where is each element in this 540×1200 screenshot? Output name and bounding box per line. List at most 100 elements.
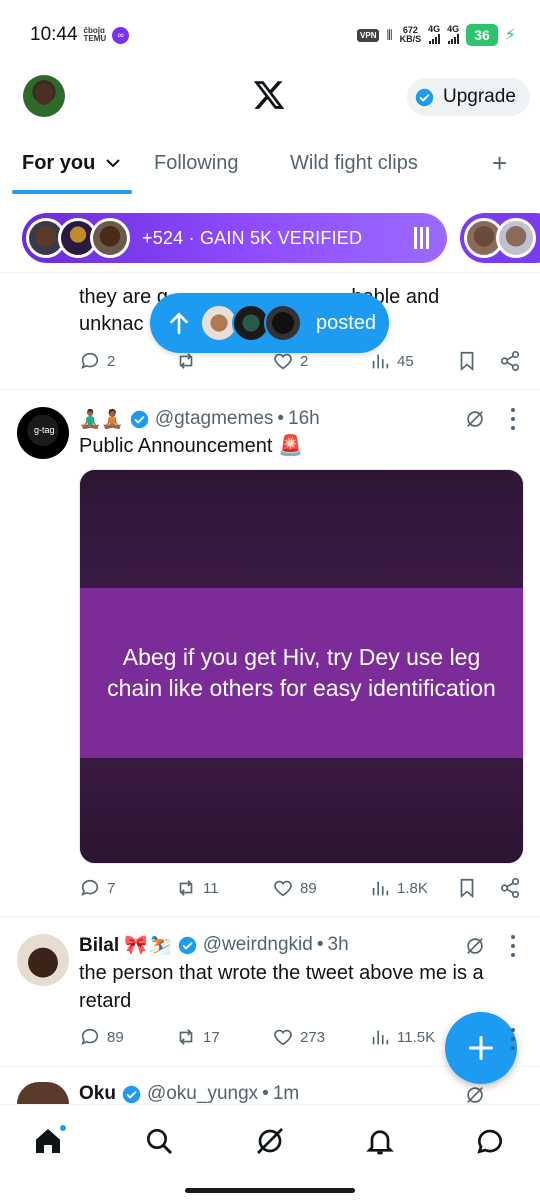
repost-icon	[179, 880, 193, 896]
bookmark-icon	[460, 351, 474, 372]
promo-grip-icon	[414, 227, 429, 249]
like-button[interactable]: 273	[272, 1026, 325, 1048]
share-button[interactable]	[499, 350, 521, 372]
add-tab-button[interactable]: +	[492, 148, 507, 179]
new-posts-pill[interactable]: posted	[150, 293, 389, 353]
grok-icon[interactable]	[464, 935, 486, 957]
tweet-avatar[interactable]	[17, 934, 69, 986]
verified-icon	[415, 88, 434, 106]
vibrate-icon: ⦀	[386, 26, 393, 43]
like-icon	[274, 353, 292, 370]
partial-line2: unknac	[79, 313, 144, 335]
more-icon[interactable]	[510, 935, 516, 957]
media-band: Abeg if you get Hiv, try Dey use leg cha…	[80, 588, 523, 758]
grok-icon[interactable]	[464, 1084, 486, 1106]
repost-icon	[179, 1029, 193, 1045]
upgrade-button[interactable]: Upgrade	[407, 78, 530, 116]
system-home-indicator[interactable]	[185, 1188, 355, 1193]
views-button[interactable]: 45	[369, 350, 414, 372]
promo-banner-secondary[interactable]	[460, 213, 540, 263]
network-speed: 672 KB/S	[400, 26, 422, 44]
net2-label: 4G	[447, 24, 460, 34]
tweet-media[interactable]: Abeg if you get Hiv, try Dey use leg cha…	[79, 469, 524, 864]
repost-count: 17	[203, 1028, 220, 1046]
pill-label: posted	[316, 311, 377, 334]
profile-avatar[interactable]	[23, 75, 65, 117]
net1-label: 4G	[428, 24, 441, 34]
views-count: 1.8K	[397, 879, 428, 897]
app-notification-icon: ∞	[112, 26, 130, 44]
grok-nav-icon	[257, 1128, 283, 1154]
media-caption: Abeg if you get Hiv, try Dey use leg cha…	[107, 644, 496, 701]
media-top	[80, 470, 523, 590]
tweet-header: Bilal 🎀⛷️ @weirdngkid • 3h	[79, 931, 349, 959]
grok-icon[interactable]	[464, 408, 486, 430]
pill-avatar	[264, 304, 302, 342]
promo-label: +524 · GAIN 5K VERIFIED	[142, 227, 363, 248]
tab-following[interactable]: Following	[154, 152, 238, 175]
reply-button[interactable]: 89	[79, 1026, 124, 1048]
feed-tabs: For you Following Wild fight clips +	[0, 140, 540, 196]
views-count: 11.5K	[397, 1028, 436, 1046]
like-button[interactable]: 2	[272, 350, 308, 372]
search-icon	[147, 1129, 173, 1155]
divider	[0, 272, 540, 273]
tweet-handle[interactable]: @weirdngkid	[203, 934, 313, 956]
views-button[interactable]: 1.8K	[369, 877, 428, 899]
tweet-avatar[interactable]: g-tag	[17, 407, 69, 459]
tweet-text: the person that wrote the tweet above me…	[79, 962, 484, 1012]
repost-button[interactable]	[175, 350, 197, 372]
reply-icon	[81, 1028, 99, 1045]
like-count: 2	[300, 352, 309, 370]
bookmark-icon	[460, 878, 474, 899]
temu-notification-icon: ĉboĵɑ TEMU	[84, 27, 107, 43]
promo-avatar	[90, 218, 130, 258]
more-icon[interactable]	[510, 408, 516, 430]
views-button[interactable]: 11.5K	[369, 1026, 435, 1048]
status-time: 10:44	[30, 24, 78, 45]
bookmark-button[interactable]	[456, 350, 478, 372]
nav-search[interactable]	[143, 1125, 175, 1157]
views-icon	[372, 881, 389, 896]
display-name[interactable]: Bilal 🎀⛷️	[79, 933, 172, 957]
temu-line2: TEMU	[83, 34, 107, 43]
tab-indicator	[12, 190, 132, 194]
tab-wild-fight-clips[interactable]: Wild fight clips	[290, 152, 418, 175]
promo-banner[interactable]: +524 · GAIN 5K VERIFIED	[22, 213, 447, 263]
tweet-header: 🧘🏾‍♂️🧘🏾 @gtagmemes • 16h	[79, 405, 320, 433]
bell-icon	[366, 1130, 394, 1155]
nav-messages[interactable]	[474, 1125, 506, 1157]
tab-for-you[interactable]: For you	[22, 152, 121, 175]
top-header: Upgrade	[0, 70, 540, 126]
reply-button[interactable]: 7	[79, 877, 115, 899]
tweet-avatar[interactable]	[17, 1082, 69, 1104]
tweet-handle[interactable]: @oku_yungx	[147, 1083, 258, 1105]
status-right: VPN ⦀ 672 KB/S 4G 4G 36 ⚡	[357, 24, 516, 46]
tweet-handle[interactable]: @gtagmemes	[155, 408, 274, 430]
reply-button[interactable]: 2	[79, 350, 115, 372]
repost-button[interactable]: 11	[175, 877, 219, 899]
vpn-icon: VPN	[357, 28, 380, 42]
display-name-emojis[interactable]: 🧘🏾‍♂️🧘🏾	[79, 409, 124, 430]
share-icon	[500, 878, 520, 898]
separator-dot: •	[316, 934, 324, 955]
arrow-up-icon	[170, 312, 188, 335]
messages-icon	[477, 1129, 502, 1154]
compose-button[interactable]	[445, 1012, 517, 1084]
repost-button[interactable]: 17	[175, 1026, 220, 1048]
tweet-time: 1m	[272, 1083, 300, 1104]
more-icon[interactable]	[510, 1028, 516, 1050]
like-count: 273	[300, 1028, 326, 1046]
nav-notifications[interactable]	[364, 1125, 396, 1157]
reply-count: 89	[107, 1028, 124, 1046]
bookmark-button[interactable]	[456, 877, 478, 899]
share-button[interactable]	[499, 877, 521, 899]
verified-icon	[130, 410, 149, 428]
nav-grok[interactable]	[254, 1125, 286, 1157]
share-icon	[500, 351, 520, 371]
display-name[interactable]: Oku	[79, 1083, 116, 1105]
like-button[interactable]: 89	[272, 877, 317, 899]
views-icon	[372, 354, 389, 369]
divider	[0, 916, 540, 917]
x-logo-icon[interactable]	[252, 78, 286, 112]
